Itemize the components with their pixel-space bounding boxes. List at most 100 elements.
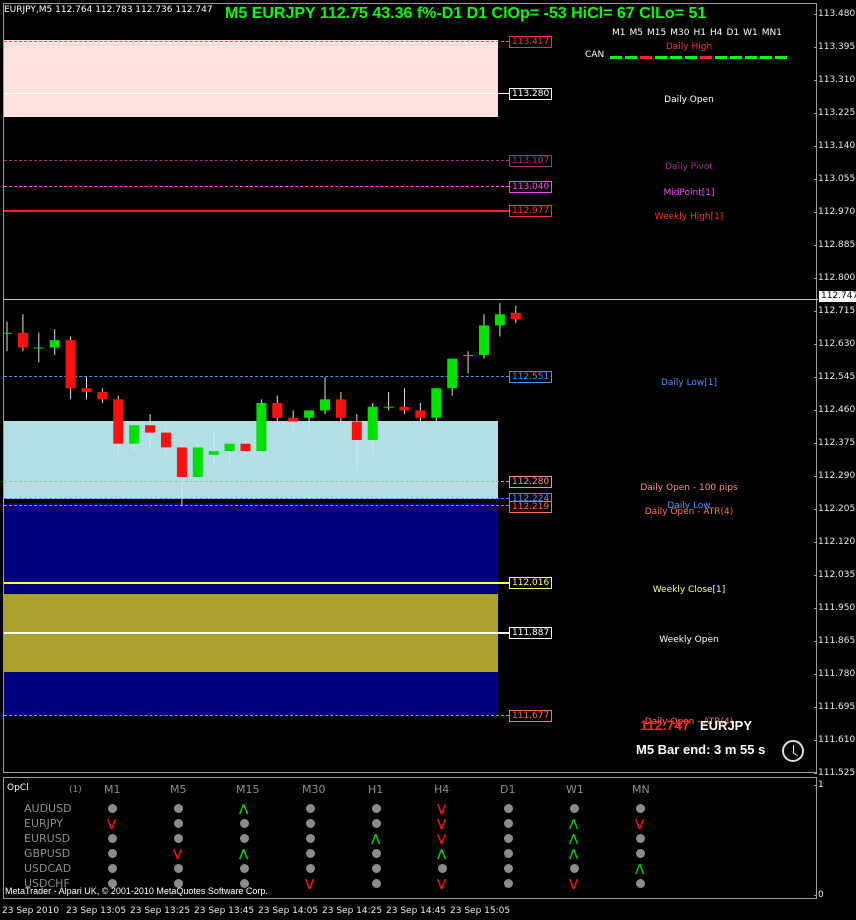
- candle-body: [479, 325, 489, 355]
- down-arrow-icon: ⋁: [437, 817, 447, 830]
- price-tick: 113.140: [813, 141, 856, 151]
- indicator-symbol: GBPUSD: [24, 847, 71, 860]
- price-axis[interactable]: 113.480 113.395 113.310 113.225 113.140 113.0…: [813, 3, 856, 778]
- price-tick: 113.225: [813, 108, 856, 118]
- candle-body: [288, 417, 299, 422]
- down-arrow-icon: ⋁: [635, 817, 645, 830]
- neutral-dot-icon: [636, 804, 645, 813]
- neutral-dot-icon: [570, 864, 579, 873]
- price-tick: 113.395: [813, 42, 856, 52]
- neutral-dot-icon: [372, 849, 381, 858]
- down-arrow-icon: ⋁: [437, 832, 447, 845]
- candle-body: [192, 447, 203, 477]
- indicator-title: OpCl: [7, 783, 29, 793]
- candle-body: [208, 451, 219, 455]
- up-arrow-icon: ⋀: [635, 862, 645, 875]
- neutral-dot-icon: [306, 804, 315, 813]
- can-dash: [700, 56, 712, 59]
- time-tick: 23 Sep 2010: [2, 906, 60, 916]
- price-tick: 112.715: [813, 306, 856, 316]
- neutral-dot-icon: [108, 834, 117, 843]
- neutral-dot-icon: [504, 879, 513, 888]
- header-title: M5 EURJPY 112.75 43.36 f%-D1 D1 ClOp= -5…: [225, 5, 707, 22]
- candle-body: [463, 354, 474, 356]
- up-arrow-icon: ⋀: [569, 817, 579, 830]
- price-tick: 111.950: [813, 603, 856, 613]
- candlestick-series: [4, 303, 521, 507]
- candle-body: [33, 347, 44, 349]
- indicator-tf-header: D1: [500, 783, 516, 796]
- neutral-dot-icon: [636, 834, 645, 843]
- time-tick: 23 Sep 14:05: [258, 906, 319, 916]
- neutral-dot-icon: [372, 864, 381, 873]
- candle-body: [113, 399, 124, 444]
- neutral-dot-icon: [504, 849, 513, 858]
- neutral-dot-icon: [174, 864, 183, 873]
- copyright: MetaTrader - Alpari UK, © 2001-2010 Meta…: [5, 886, 268, 896]
- candle-body: [65, 340, 76, 389]
- can-dash: [610, 56, 622, 59]
- can-label: CAN: [585, 50, 605, 60]
- indicator-tf-header: MN: [632, 783, 650, 796]
- neutral-dot-icon: [108, 849, 117, 858]
- indicator-tf-header: M15: [236, 783, 260, 796]
- price-tick: 112.630: [813, 339, 856, 349]
- indicator-axis: 1 0: [814, 777, 856, 900]
- price-tick: 112.970: [813, 207, 856, 217]
- clock-icon: [782, 740, 804, 762]
- can-dash: [760, 56, 772, 59]
- neutral-dot-icon: [306, 849, 315, 858]
- neutral-dot-icon: [306, 834, 315, 843]
- indicator-axis-min: 0: [814, 890, 824, 900]
- candle-body: [399, 406, 410, 411]
- timeframe-row: M1 M5 M15 M30 H1 H4 D1 W1 MN1: [612, 28, 786, 38]
- price-tick: 112.800: [813, 273, 856, 283]
- candle-body: [510, 312, 521, 320]
- price-chart[interactable]: 113.417 113.280 113.107 113.040 112.977 …: [3, 3, 818, 773]
- tf-label: H1: [693, 28, 706, 38]
- tf-label: M5: [629, 28, 644, 38]
- neutral-dot-icon: [636, 879, 645, 888]
- neutral-dot-icon: [240, 834, 249, 843]
- neutral-dot-icon: [306, 819, 315, 828]
- price-tick: 112.375: [813, 438, 856, 448]
- opcl-indicator-window[interactable]: OpCl (1) M1 M5 M15 M30 H1 H4 D1 W1 MN AUDUSD ⋀ ⋁ EUR…: [3, 777, 817, 899]
- tf-label: H4: [709, 28, 723, 38]
- neutral-dot-icon: [438, 864, 447, 873]
- can-dash: [745, 56, 757, 59]
- neutral-dot-icon: [174, 819, 183, 828]
- time-tick: 23 Sep 13:05: [66, 906, 127, 916]
- neutral-dot-icon: [636, 849, 645, 858]
- can-dash: [715, 56, 727, 59]
- price-tick: 113.055: [813, 174, 856, 184]
- neutral-dot-icon: [504, 819, 513, 828]
- can-dash: [625, 56, 637, 59]
- indicator-param: (1): [69, 785, 82, 795]
- price-tick: 112.290: [813, 471, 856, 481]
- indicator-tf-header: H1: [368, 783, 384, 796]
- candle-body: [431, 388, 442, 418]
- time-axis[interactable]: 23 Sep 2010 23 Sep 13:05 23 Sep 13:25 23 Se…: [0, 904, 856, 920]
- time-tick: 23 Sep 13:25: [130, 906, 191, 916]
- neutral-dot-icon: [174, 804, 183, 813]
- candle-body: [81, 388, 92, 392]
- neutral-dot-icon: [504, 834, 513, 843]
- price-tick: 113.480: [813, 9, 856, 19]
- down-arrow-icon: ⋁: [437, 802, 447, 815]
- indicator-symbol: AUDUSD: [24, 802, 72, 815]
- can-dash: [775, 56, 787, 59]
- neutral-dot-icon: [174, 834, 183, 843]
- candle-body: [335, 399, 346, 418]
- candle-body: [447, 358, 458, 389]
- neutral-dot-icon: [108, 864, 117, 873]
- up-arrow-icon: ⋀: [239, 847, 249, 860]
- price-tick: 111.610: [813, 735, 856, 745]
- neutral-dot-icon: [240, 819, 249, 828]
- indicator-axis-max: 1: [814, 780, 824, 790]
- neutral-dot-icon: [240, 864, 249, 873]
- indicator-tf-header: M5: [170, 783, 187, 796]
- price-tick: 112.545: [813, 372, 856, 382]
- time-tick: 23 Sep 14:25: [322, 906, 383, 916]
- candle-body: [145, 425, 156, 433]
- current-price-tag: 112.747: [819, 291, 856, 302]
